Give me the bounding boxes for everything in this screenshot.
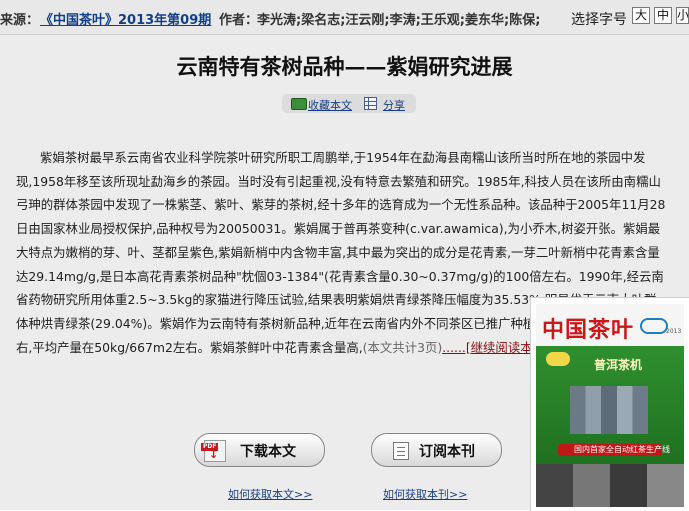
authors-list: 李光涛;梁名志;汪云刚;李涛;王乐观;姜东华;陈保; [257, 13, 541, 28]
font-size-label: 选择字号 [571, 12, 627, 28]
share-link[interactable]: 分享 [383, 97, 405, 113]
pdf-icon: PDF ↧ [201, 440, 226, 462]
font-size-medium-button[interactable]: 中 [654, 7, 672, 24]
share-grid-icon[interactable] [364, 97, 377, 110]
how-to-get-journal-link[interactable]: 如何获取本刊>> [383, 486, 467, 502]
cover-photo-strip [536, 464, 684, 507]
subscribe-journal-button[interactable]: 订阅本刊 [371, 433, 502, 467]
authors-label: 作者： [219, 13, 259, 28]
favorite-link[interactable]: 收藏本文 [308, 97, 352, 113]
cover-magazine-title: 中国茶叶 [542, 317, 635, 343]
article-meta-bar: 来源： 《中国茶叶》2013年第09期 作者： 李光涛;梁名志;汪云刚;李涛;王… [0, 0, 689, 35]
source-journal-link[interactable]: 《中国茶叶》2013年第09期 [40, 9, 211, 28]
article-actions: 收藏本文 分享 [282, 94, 416, 113]
folder-icon[interactable] [291, 98, 307, 110]
how-to-get-article-link[interactable]: 如何获取本文>> [228, 486, 312, 502]
subscribe-label: 订阅本刊 [419, 444, 475, 460]
magazine-cover[interactable]: 中国茶叶 2013 普洱茶机 国内首家全自动红茶生产线 [530, 297, 689, 511]
article-title: 云南特有茶树品种——紫娟研究进展 [176, 54, 513, 79]
font-size-large-button[interactable]: 大 [632, 7, 650, 24]
document-icon [393, 442, 409, 460]
font-size-small-button[interactable]: 小 [676, 7, 689, 24]
cover-year: 2013 [666, 328, 682, 335]
factory-building-icon [570, 386, 648, 434]
source-label: 来源： [0, 13, 40, 28]
cover-brand: 普洱茶机 [594, 358, 643, 372]
cover-badge-icon [546, 352, 570, 366]
article-panel: 云南特有茶树品种——紫娟研究进展 收藏本文 分享 紫娟茶树最早系云南省农业科学院… [0, 35, 689, 511]
download-article-button[interactable]: PDF ↧ 下载本文 [194, 433, 325, 467]
magazine-logo-icon [640, 318, 668, 334]
download-label: 下载本文 [240, 444, 296, 460]
cover-image: 中国茶叶 2013 普洱茶机 国内首家全自动红茶生产线 [536, 304, 684, 507]
cover-red-strip-text: 国内首家全自动红茶生产线 [574, 445, 670, 454]
page-count-note: (本文共计3页) [362, 339, 443, 355]
